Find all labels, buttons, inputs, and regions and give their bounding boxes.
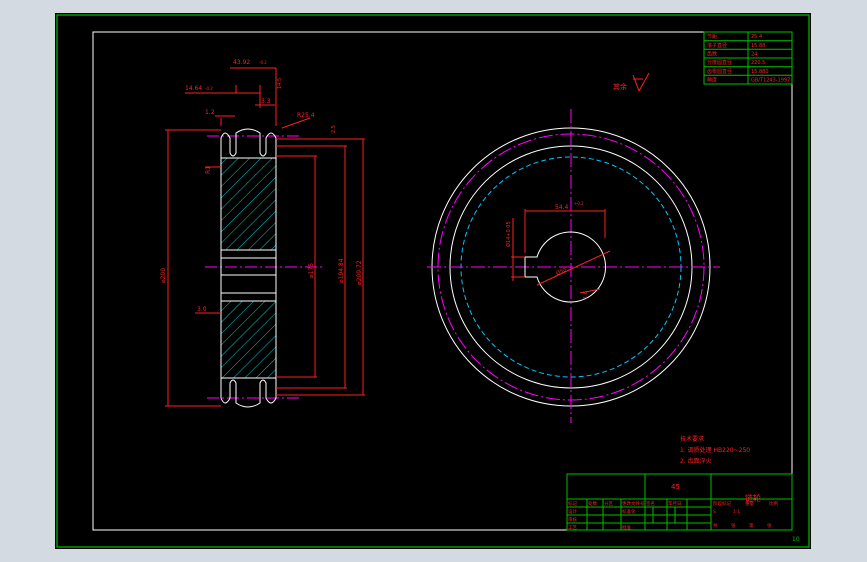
scale-cell: 第	[749, 522, 754, 529]
dim-angle: 2.5	[331, 125, 337, 133]
title-cell: 审核	[568, 516, 577, 523]
param-label: 分度圆直径	[707, 59, 732, 66]
dim-bore-height: Ø14+0.05	[505, 221, 512, 247]
roughness-note: 其余	[613, 82, 627, 91]
param-label: 节距	[707, 34, 717, 40]
param-label: 齿数	[707, 51, 717, 58]
dim-bore-dia: Ø50	[555, 266, 567, 277]
bottom-teeth	[220, 378, 277, 408]
dim-chamfer-right: 3.3	[261, 98, 271, 105]
param-value: 220.5	[751, 60, 765, 66]
dim-top-angle: 14.5	[277, 78, 283, 89]
drawing-frame	[92, 31, 793, 531]
dim-root-dia: ⌀194.84	[338, 258, 345, 283]
top-teeth	[220, 128, 277, 158]
dim-keyway-width: 54.4	[555, 204, 569, 211]
scale-cell: 1:1	[733, 509, 740, 515]
title-cell: 标准化	[622, 508, 636, 515]
scale-cell: 阶段标记	[713, 500, 731, 507]
tech-req-line-1: 1. 调质处理 HB220~250	[680, 446, 750, 454]
param-label: 齿根圆直径	[707, 68, 732, 75]
scale-cell: 张	[767, 522, 772, 529]
drawing-svg: 43.92 -0.2 14.64 -0.2 1.2 3.3 R25.4 14.5…	[56, 14, 810, 548]
title-cell: 工艺	[568, 525, 577, 531]
dim-tooth-width-tol: -0.2	[205, 86, 213, 91]
scale-cell: S	[713, 509, 716, 515]
lower-hatch	[220, 300, 277, 379]
title-cell: 标记	[568, 500, 577, 507]
title-cell: 年月日	[668, 500, 682, 507]
param-value: GB/T1243-1997	[751, 78, 790, 84]
dim-offset: 3.0	[197, 306, 207, 313]
viewport: 43.92 -0.2 14.64 -0.2 1.2 3.3 R25.4 14.5…	[0, 0, 867, 562]
dim-outer-dia: ⌀209.72	[356, 260, 363, 285]
dim-top-width-tol: -0.2	[259, 60, 267, 65]
tech-requirements: 技术要求 1. 调质处理 HB220~250 2. 齿面淬火	[680, 435, 750, 465]
tech-req-line-2: 2. 齿面淬火	[680, 457, 712, 465]
title-cell: 签名	[646, 500, 655, 507]
scale-cell: 共	[713, 522, 718, 529]
dim-top-width: 43.92	[233, 59, 250, 66]
dim-body-dia: ⌀200	[160, 268, 167, 283]
param-label: 精度	[707, 77, 717, 84]
title-cell: 批准	[622, 524, 631, 531]
title-center-label: 45	[671, 483, 680, 491]
title-cell: 更改文件号	[622, 500, 645, 507]
param-value: 24	[751, 52, 757, 58]
dim-radius: R25.4	[297, 112, 315, 119]
dim-chamfer-left: 1.2	[205, 109, 215, 116]
param-value: 25.4	[751, 34, 762, 40]
param-value: 15.880	[751, 69, 769, 75]
dim-hub-dia: ⌀175	[308, 263, 315, 278]
scale-cell: 比例	[769, 500, 778, 507]
front-view: 54.4 +0.2 Ø14+0.05 Ø50 1.6 其余	[427, 72, 720, 423]
drawing-canvas[interactable]: 43.92 -0.2 14.64 -0.2 1.2 3.3 R25.4 14.5…	[55, 13, 811, 549]
dim-small-r: R1	[205, 166, 212, 174]
dim-roughness: 1.6	[583, 291, 589, 299]
param-label: 滚子直径	[707, 42, 727, 49]
part-name: 链轮	[745, 493, 761, 503]
title-cell: 处数	[588, 500, 597, 507]
param-value: 15.88	[751, 43, 765, 49]
tech-req-title: 技术要求	[680, 435, 704, 443]
title-cell: 分区	[604, 500, 613, 507]
side-view: 43.92 -0.2 14.64 -0.2 1.2 3.3 R25.4 14.5…	[160, 59, 365, 408]
sheet-number: 10	[792, 536, 800, 543]
dim-tooth-width: 14.64	[185, 85, 202, 92]
param-table-rows: 节距 25.4 滚子直径 15.88 齿数 24 分度圆直径 220.5 齿根圆直径 15.880…	[707, 34, 790, 83]
scale-cell: 张	[731, 522, 736, 529]
upper-hatch	[220, 157, 277, 251]
title-cell: 设计	[568, 508, 577, 515]
dim-keyway-tol: +0.2	[574, 201, 584, 206]
param-table	[703, 31, 793, 85]
